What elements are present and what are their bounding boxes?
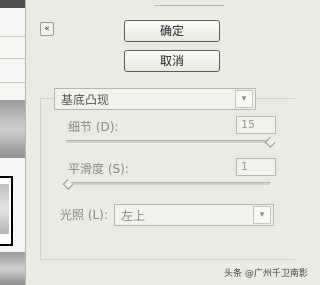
watermark-text: 头条 @广州千卫南影: [224, 269, 308, 279]
preview-thumbnail[interactable]: [0, 252, 25, 285]
smoothness-slider-track[interactable]: [66, 182, 270, 185]
detail-slider-track[interactable]: [66, 140, 270, 143]
dialog-title-fragment: [154, 0, 224, 6]
cancel-button[interactable]: 取消: [124, 50, 220, 72]
divider: [0, 82, 25, 83]
smoothness-value-input[interactable]: 1: [236, 158, 276, 176]
preview-thumbnail[interactable]: [0, 100, 25, 158]
filter-select-value: 基底凸现: [61, 93, 110, 107]
selected-thumbnail-frame[interactable]: [0, 176, 13, 246]
left-panel: [0, 0, 26, 285]
ok-button[interactable]: 确定: [124, 20, 220, 42]
chevron-down-icon[interactable]: ▾: [235, 90, 253, 108]
divider: [0, 36, 25, 37]
collapse-icon[interactable]: «: [40, 22, 54, 36]
light-direction-value: 左上: [121, 209, 146, 223]
filter-options-panel: « 确定 取消 基底凸现 ▾ 细节 (D): 15 平滑度 (S): 1 光照 …: [26, 0, 308, 285]
smoothness-label: 平滑度 (S):: [68, 162, 129, 176]
divider: [0, 58, 25, 59]
light-direction-select[interactable]: 左上 ▾: [114, 204, 274, 226]
chevron-down-icon[interactable]: ▾: [253, 206, 271, 224]
detail-value-input[interactable]: 15: [236, 116, 276, 134]
preview-thumbnail: [0, 184, 9, 234]
light-label: 光照 (L):: [60, 208, 108, 222]
filter-select[interactable]: 基底凸现 ▾: [54, 88, 256, 110]
panel-header-strip: [0, 0, 25, 8]
detail-label: 细节 (D):: [68, 120, 119, 134]
